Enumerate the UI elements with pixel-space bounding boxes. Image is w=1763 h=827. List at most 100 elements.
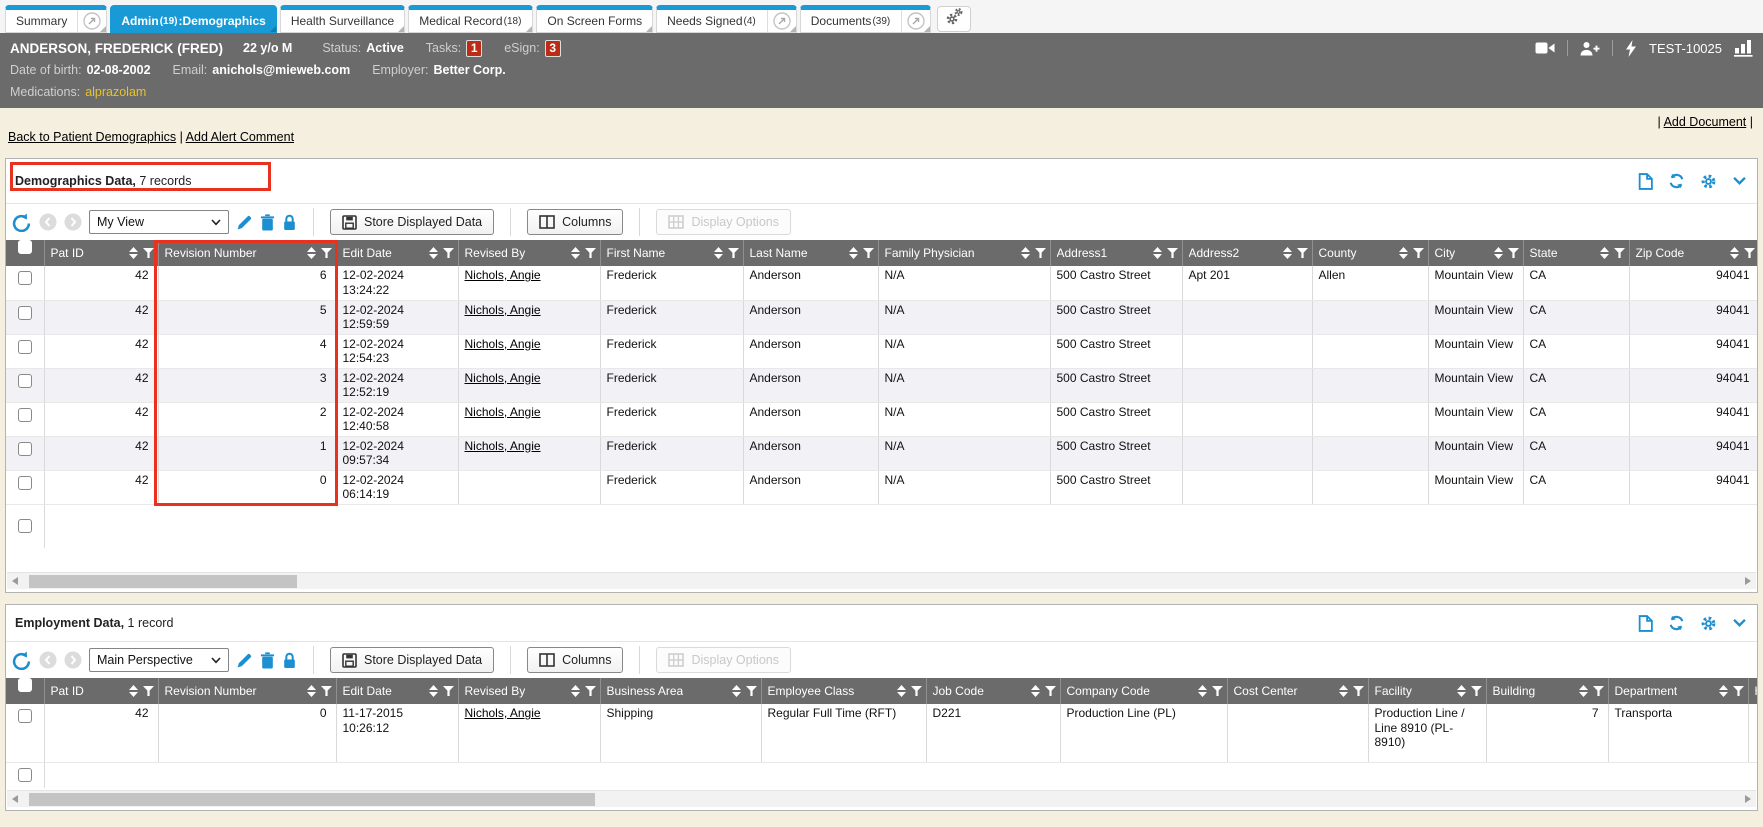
column-header-edit-date[interactable]: Edit Date (336, 240, 458, 266)
revised-by-link[interactable]: Nichols, Angie (465, 371, 541, 385)
table-row[interactable]: 42012-02-202406:14:19FrederickAndersonN/… (6, 470, 1758, 504)
column-header-first-name[interactable]: First Name (600, 240, 743, 266)
sort-icon[interactable] (732, 685, 741, 697)
column-header-facility[interactable]: Facility (1368, 678, 1486, 704)
select-all-checkbox[interactable] (18, 678, 32, 692)
filter-icon[interactable] (1744, 248, 1755, 258)
column-header-edit-date[interactable]: Edit Date (336, 678, 458, 704)
refresh-icon[interactable] (1668, 173, 1685, 189)
sort-icon[interactable] (714, 247, 723, 259)
table-row[interactable]: 42612-02-202413:24:22Nichols, AngieFrede… (6, 266, 1758, 300)
columns-button[interactable]: Columns (527, 209, 623, 235)
popout-icon[interactable] (77, 10, 106, 32)
add-document-link[interactable]: Add Document (1664, 115, 1747, 129)
column-header-pat-id[interactable]: Pat ID (44, 678, 158, 704)
column-header-pat-id[interactable]: Pat ID (44, 240, 158, 266)
filter-icon[interactable] (1297, 248, 1308, 258)
sort-icon[interactable] (1457, 685, 1466, 697)
tab-medical-record-18[interactable]: Medical Record (18) (408, 5, 533, 33)
view-select[interactable]: Main Perspective (89, 648, 229, 672)
next-button[interactable] (64, 651, 82, 669)
sort-icon[interactable] (1730, 247, 1739, 259)
tasks-badge[interactable]: 1 (466, 40, 482, 57)
filter-icon[interactable] (911, 686, 922, 696)
gear-icon[interactable] (1700, 615, 1717, 632)
scroll-right-arrow[interactable] (1745, 795, 1751, 803)
filter-icon[interactable] (321, 248, 332, 258)
filter-icon[interactable] (728, 248, 739, 258)
scroll-left-arrow[interactable] (12, 577, 18, 585)
filter-icon[interactable] (1733, 686, 1744, 696)
sort-icon[interactable] (129, 247, 138, 259)
column-header-state[interactable]: State (1523, 240, 1629, 266)
sort-icon[interactable] (1153, 247, 1162, 259)
medications-value[interactable]: alprazolam (85, 85, 146, 99)
bar-chart-icon[interactable] (1734, 39, 1753, 57)
filter-icon[interactable] (443, 248, 454, 258)
add-person-icon[interactable] (1580, 41, 1600, 56)
column-header-company-code[interactable]: Company Code (1060, 678, 1227, 704)
table-row[interactable]: 42512-02-202412:59:59Nichols, AngieFrede… (6, 300, 1758, 334)
sort-icon[interactable] (1494, 247, 1503, 259)
column-header-revision-number[interactable]: Revision Number (158, 240, 336, 266)
select-all-checkbox[interactable] (18, 240, 32, 254)
row-checkbox[interactable] (18, 374, 32, 388)
view-select[interactable]: My View (89, 210, 229, 234)
row-checkbox[interactable] (18, 768, 32, 782)
sort-icon[interactable] (571, 247, 580, 259)
filter-icon[interactable] (443, 686, 454, 696)
scroll-right-arrow[interactable] (1745, 577, 1751, 585)
edit-view-icon[interactable] (236, 214, 253, 231)
sort-icon[interactable] (1283, 247, 1292, 259)
filter-icon[interactable] (1353, 686, 1364, 696)
back-to-demographics-link[interactable]: Back to Patient Demographics (8, 130, 176, 144)
sort-icon[interactable] (307, 247, 316, 259)
row-checkbox[interactable] (18, 340, 32, 354)
esign-badge[interactable]: 3 (545, 40, 561, 57)
filter-icon[interactable] (863, 248, 874, 258)
column-header-cost-center[interactable]: Cost Center (1227, 678, 1368, 704)
prev-button[interactable] (39, 651, 57, 669)
sort-icon[interactable] (571, 685, 580, 697)
scroll-left-arrow[interactable] (12, 795, 18, 803)
filter-icon[interactable] (321, 686, 332, 696)
prev-button[interactable] (39, 213, 57, 231)
filter-icon[interactable] (1508, 248, 1519, 258)
refresh-icon[interactable] (1668, 615, 1685, 631)
column-header-zip-code[interactable]: Zip Code (1629, 240, 1758, 266)
sort-icon[interactable] (129, 685, 138, 697)
next-button[interactable] (64, 213, 82, 231)
revised-by-link[interactable]: Nichols, Angie (465, 337, 541, 351)
column-header-building[interactable]: Building (1486, 678, 1608, 704)
column-header-family-physician[interactable]: Family Physician (878, 240, 1050, 266)
column-header-last-name[interactable]: Last Name (743, 240, 878, 266)
table-row[interactable]: 42312-02-202412:52:19Nichols, AngieFrede… (6, 368, 1758, 402)
column-header-department[interactable]: Department (1608, 678, 1748, 704)
tab-admin-19-demographics[interactable]: Admin (19):Demographics (110, 5, 277, 33)
tab-documents-39[interactable]: Documents (39) (800, 5, 932, 33)
row-checkbox[interactable] (18, 519, 32, 533)
lock-view-icon[interactable] (282, 652, 297, 669)
table-row[interactable]: 42011-17-201510:26:12Nichols, AngieShipp… (6, 704, 1758, 762)
table-row[interactable]: 42112-02-202409:57:34Nichols, AngieFrede… (6, 436, 1758, 470)
row-checkbox[interactable] (18, 408, 32, 422)
tab-on-screen-forms[interactable]: On Screen Forms (536, 5, 653, 33)
row-checkbox[interactable] (18, 476, 32, 490)
delete-view-icon[interactable] (260, 214, 275, 231)
tab-needs-signed-4[interactable]: Needs Signed (4) (656, 5, 797, 33)
column-header-revised-by[interactable]: Revised By (458, 678, 600, 704)
scrollbar-thumb[interactable] (29, 793, 595, 806)
column-header-revision-number[interactable]: Revision Number (158, 678, 336, 704)
column-header-employee-class[interactable]: Employee Class (761, 678, 926, 704)
sort-icon[interactable] (1031, 685, 1040, 697)
filter-icon[interactable] (1035, 248, 1046, 258)
undo-icon[interactable] (12, 651, 32, 670)
row-checkbox[interactable] (18, 709, 32, 723)
scrollbar-thumb[interactable] (29, 575, 297, 588)
sort-icon[interactable] (1021, 247, 1030, 259)
filter-icon[interactable] (1614, 248, 1625, 258)
column-header-job-code[interactable]: Job Code (926, 678, 1060, 704)
filter-icon[interactable] (1045, 686, 1056, 696)
table-row[interactable]: 42212-02-202412:40:58Nichols, AngieFrede… (6, 402, 1758, 436)
store-displayed-data-button[interactable]: Store Displayed Data (330, 209, 494, 235)
